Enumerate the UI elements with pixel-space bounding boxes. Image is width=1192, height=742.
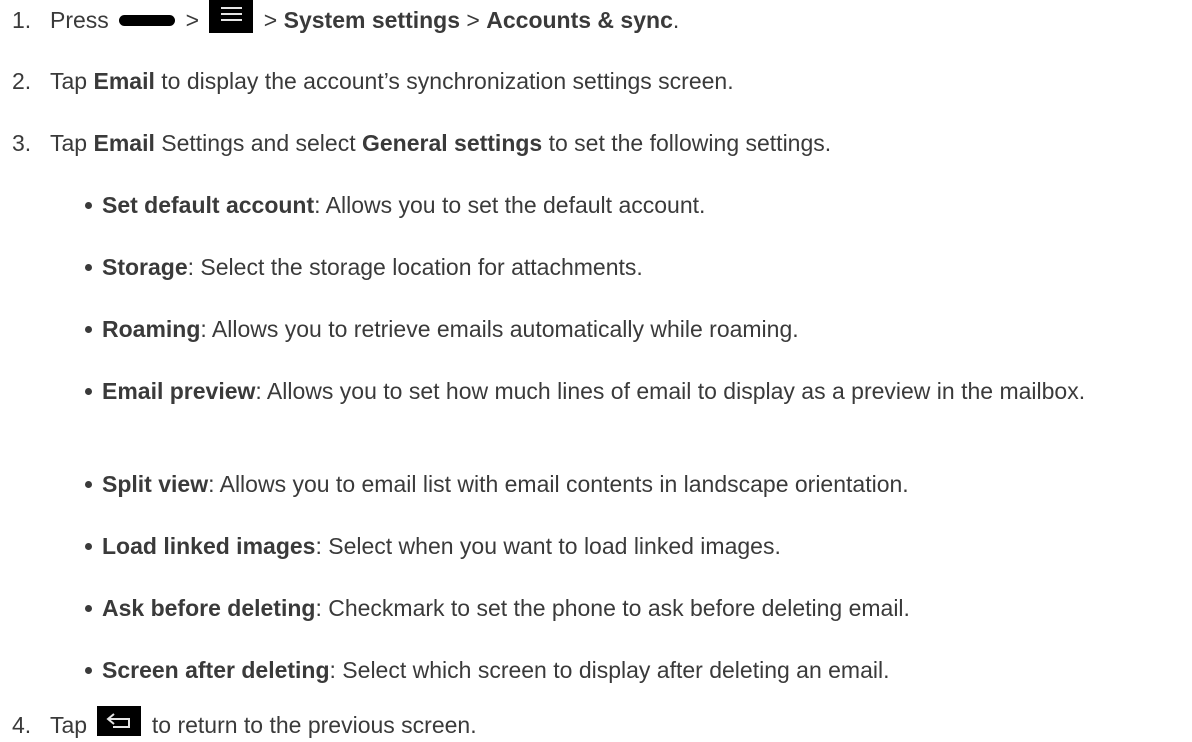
- period: .: [672, 7, 680, 34]
- list-item: Set default account: Allows you to set t…: [85, 190, 1187, 220]
- step-number: 3.: [12, 130, 32, 156]
- separator: >: [263, 7, 278, 34]
- step-text: to return to the previous screen.: [151, 712, 477, 738]
- list-item: Email preview: Allows you to set how muc…: [85, 376, 1187, 406]
- setting-term: Roaming: [102, 316, 201, 342]
- setting-term: Split view: [102, 471, 209, 497]
- step-1: 1. Press > > System settings > Accounts &…: [0, 0, 680, 40]
- bullet-icon: [85, 264, 92, 271]
- separator: >: [466, 7, 480, 34]
- step-text: to display the account’s synchronization…: [161, 68, 734, 94]
- setting-description: : Allows you to retrieve emails automati…: [200, 316, 799, 342]
- step-text: Tap: [50, 130, 88, 156]
- setting-description: : Select when you want to load linked im…: [315, 533, 781, 559]
- setting-description: : Allows you to email list with email co…: [208, 471, 909, 497]
- system-settings-label: System settings: [283, 7, 461, 34]
- home-key-icon: [119, 14, 176, 26]
- list-item: Storage: Select the storage location for…: [85, 252, 1187, 282]
- step-3: 3. Tap Email Settings and select General …: [0, 128, 831, 158]
- general-settings-label: General settings: [361, 130, 543, 156]
- setting-term: Screen after deleting: [102, 657, 330, 683]
- bullet-icon: [85, 543, 92, 550]
- step-text: to set the following settings.: [548, 130, 832, 156]
- step-text: Tap: [50, 68, 88, 94]
- setting-term: Email preview: [102, 378, 256, 404]
- email-label: Email: [93, 68, 155, 94]
- bullet-icon: [85, 388, 92, 395]
- step-text: Settings and select: [161, 130, 356, 156]
- setting-term: Storage: [102, 254, 188, 280]
- setting-term: Ask before deleting: [102, 595, 316, 621]
- email-label: Email: [93, 130, 155, 156]
- accounts-sync-label: Accounts & sync: [486, 7, 673, 34]
- setting-term: Set default account: [102, 192, 315, 218]
- list-item: Load linked images: Select when you want…: [85, 531, 1187, 561]
- step-number: 2.: [12, 68, 32, 94]
- setting-description: : Allows you to set the default account.: [314, 192, 706, 218]
- menu-key-icon: [209, 0, 254, 33]
- list-item: Roaming: Allows you to retrieve emails a…: [85, 314, 1187, 344]
- list-item: Split view: Allows you to email list wit…: [85, 469, 1187, 499]
- setting-description: : Checkmark to set the phone to ask befo…: [315, 595, 910, 621]
- step-number: 4.: [12, 712, 32, 738]
- setting-description: : Select which screen to display after d…: [329, 657, 890, 683]
- list-item: Ask before deleting: Checkmark to set th…: [85, 593, 1187, 623]
- step-4: 4. Tap to return to the previous screen.: [0, 705, 477, 742]
- bullet-icon: [85, 667, 92, 674]
- step-text: Press: [50, 7, 109, 34]
- separator: >: [185, 7, 200, 34]
- bullet-icon: [85, 481, 92, 488]
- bullet-icon: [85, 605, 92, 612]
- setting-description: : Select the storage location for attach…: [187, 254, 643, 280]
- setting-description: : Allows you to set how much lines of em…: [255, 378, 1086, 404]
- list-item: Screen after deleting: Select which scre…: [85, 655, 1187, 685]
- bullet-icon: [85, 326, 92, 333]
- step-2: 2. Tap Email to display the account’s syn…: [0, 66, 734, 96]
- back-key-icon: [97, 705, 142, 736]
- setting-term: Load linked images: [102, 533, 316, 559]
- bullet-icon: [85, 202, 92, 209]
- step-text: Tap: [50, 712, 88, 738]
- step-number: 1.: [12, 7, 32, 34]
